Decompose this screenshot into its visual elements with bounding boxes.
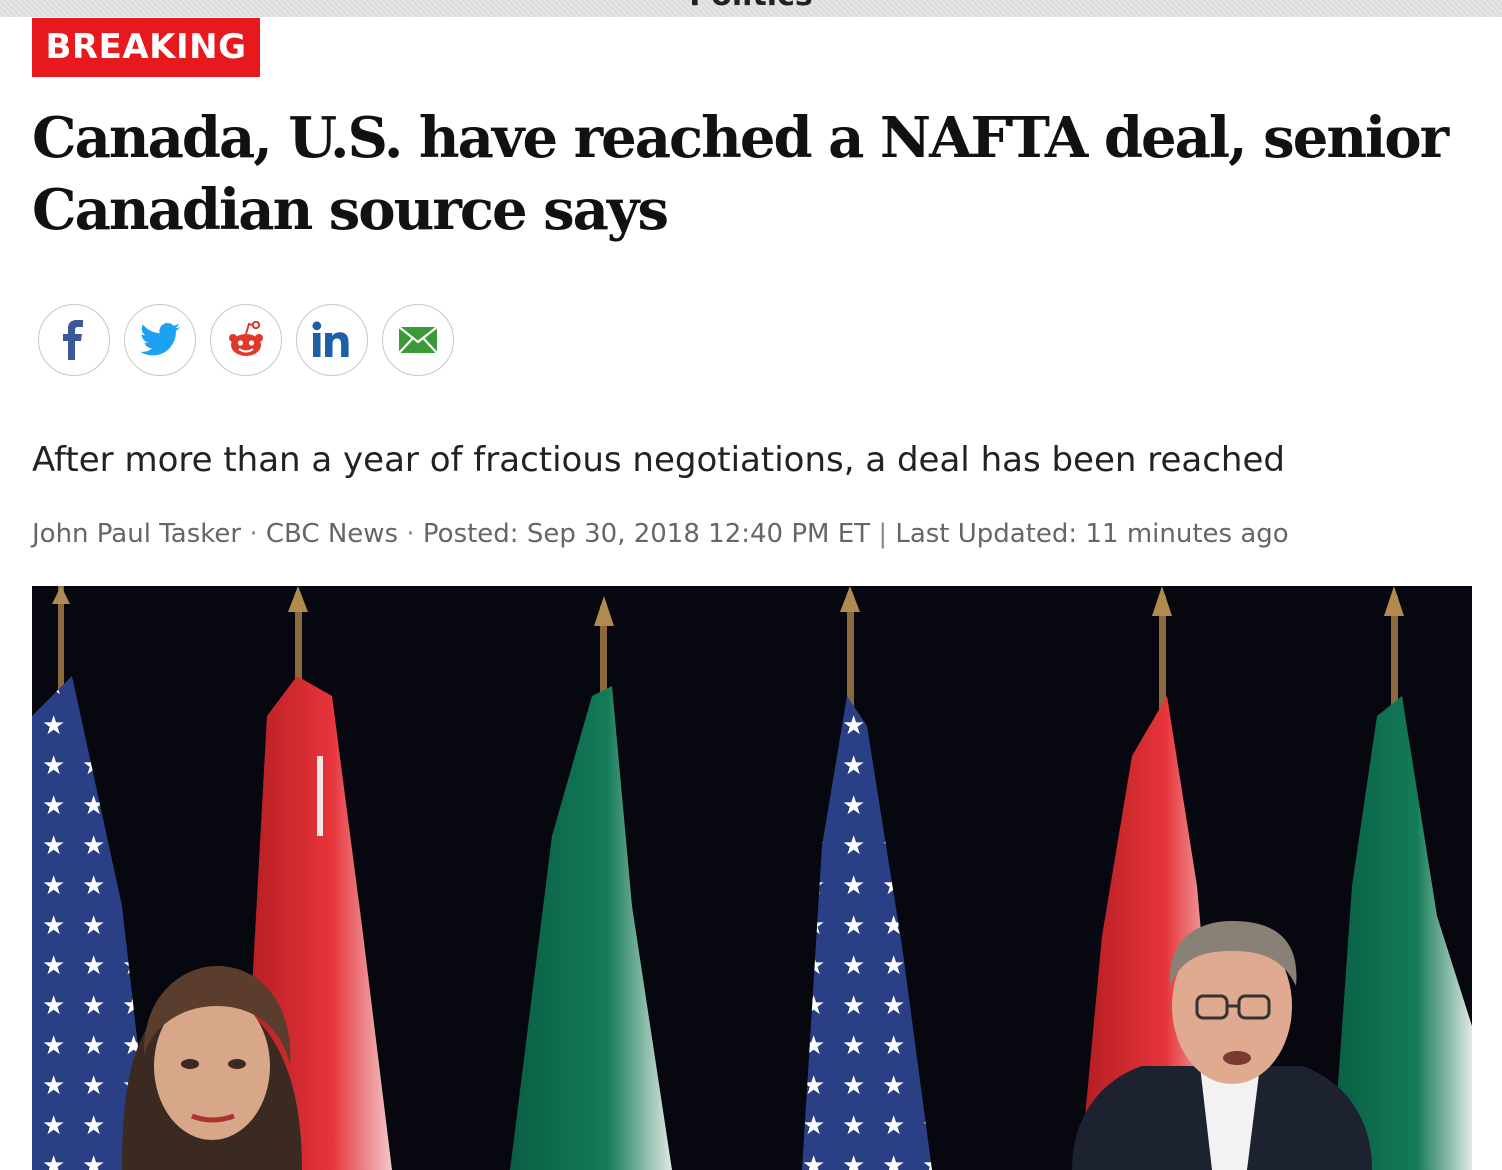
share-bar [38, 304, 454, 378]
share-facebook-button[interactable] [38, 304, 110, 376]
posted-date: Sep 30, 2018 12:40 PM ET [526, 519, 871, 549]
share-linkedin-button[interactable] [296, 304, 368, 376]
article-summary: After more than a year of fractious nego… [32, 440, 1285, 480]
section-label[interactable]: Politics [0, 0, 1502, 13]
byline-separator: · [406, 519, 423, 549]
share-email-button[interactable] [382, 304, 454, 376]
breaking-badge: BREAKING [32, 18, 260, 77]
lead-photo-illustration: ★ [32, 586, 1472, 1170]
author-name[interactable]: John Paul Tasker [32, 519, 241, 549]
share-twitter-button[interactable] [124, 304, 196, 376]
top-nav-strip: Politics [0, 0, 1502, 17]
outlet-name: CBC News [265, 519, 399, 549]
email-icon [398, 326, 438, 354]
byline-separator: · [249, 519, 266, 549]
byline-separator: | [878, 519, 896, 549]
facebook-icon [63, 320, 83, 360]
linkedin-icon [312, 321, 349, 357]
twitter-icon [140, 323, 180, 356]
lead-photo: ★ [32, 586, 1472, 1170]
byline: John Paul Tasker · CBC News · Posted: Se… [32, 516, 1289, 552]
reddit-icon [229, 321, 263, 356]
posted-label: Posted: [422, 519, 519, 549]
headline: Canada, U.S. have reached a NAFTA deal, … [32, 105, 1449, 243]
updated-label: Last Updated: [895, 519, 1078, 549]
share-reddit-button[interactable] [210, 304, 282, 376]
updated-time: 11 minutes ago [1085, 519, 1289, 549]
